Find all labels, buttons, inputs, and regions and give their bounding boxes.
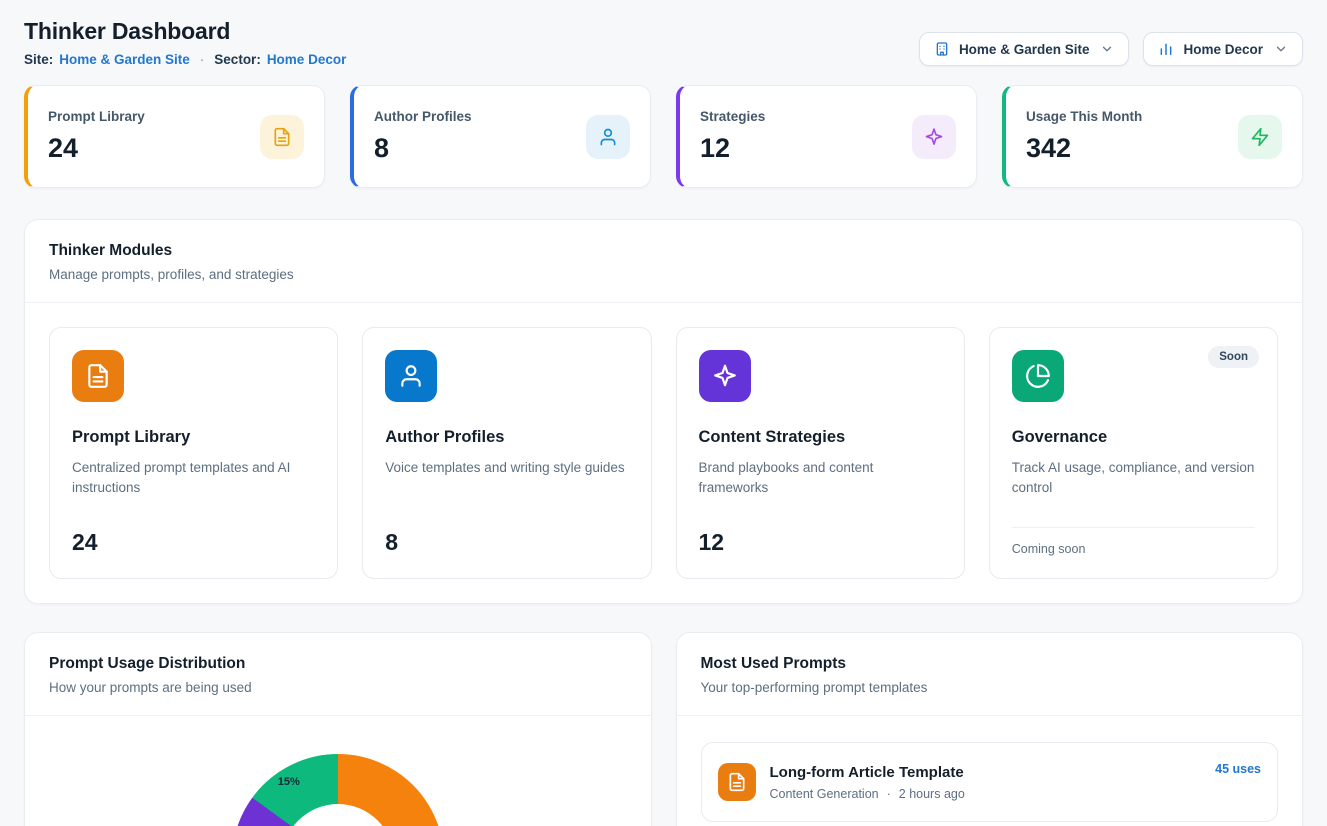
site-selector-dropdown[interactable]: Home & Garden Site <box>919 32 1130 66</box>
site-link[interactable]: Home & Garden Site <box>59 51 190 68</box>
prompt-list: Long-form Article Template Content Gener… <box>677 716 1303 826</box>
module-count: 8 <box>385 511 628 556</box>
module-description: Centralized prompt templates and AI inst… <box>72 458 315 497</box>
stat-card-author-profiles: Author Profiles 8 <box>350 85 651 188</box>
document-icon <box>718 763 756 801</box>
stat-text: Usage This Month 342 <box>1026 109 1142 164</box>
prompts-title: Most Used Prompts <box>701 655 1279 673</box>
sector-label: Sector: <box>214 51 261 68</box>
header-titles: Thinker Dashboard Site: Home & Garden Si… <box>24 18 346 68</box>
sector-selector-label: Home Decor <box>1183 42 1263 57</box>
header-actions: Home & Garden Site Home Decor <box>919 32 1303 66</box>
donut-segment-label: 15% <box>278 776 300 788</box>
list-item[interactable]: Long-form Article Template Content Gener… <box>701 742 1279 822</box>
prompt-item-title: Long-form Article Template <box>770 764 965 781</box>
usage-donut: 15% <box>232 754 444 826</box>
usage-chart-area: 15% <box>25 716 651 826</box>
usage-title: Prompt Usage Distribution <box>49 655 627 673</box>
document-icon <box>260 115 304 159</box>
bottom-row: Prompt Usage Distribution How your promp… <box>24 632 1303 826</box>
page-header: Thinker Dashboard Site: Home & Garden Si… <box>24 18 1303 68</box>
sparkle-icon <box>699 350 751 402</box>
sparkle-icon <box>912 115 956 159</box>
most-used-prompts-panel: Most Used Prompts Your top-performing pr… <box>676 632 1304 826</box>
module-title: Prompt Library <box>72 428 315 447</box>
prompt-item-text: Long-form Article Template Content Gener… <box>770 764 965 801</box>
stat-value: 8 <box>374 133 472 164</box>
chevron-down-icon <box>1100 42 1114 56</box>
module-description: Brand playbooks and content frameworks <box>699 458 942 497</box>
module-card-author-profiles[interactable]: Author Profiles Voice templates and writ… <box>362 327 651 579</box>
uses-badge: 45 uses <box>1215 762 1261 776</box>
bolt-icon <box>1238 115 1282 159</box>
module-title: Governance <box>1012 428 1255 447</box>
module-card-prompt-library[interactable]: Prompt Library Centralized prompt templa… <box>49 327 338 579</box>
module-title: Content Strategies <box>699 428 942 447</box>
usage-header: Prompt Usage Distribution How your promp… <box>25 633 651 716</box>
prompt-item-category: Content Generation <box>770 787 879 801</box>
stat-card-prompt-library: Prompt Library 24 <box>24 85 325 188</box>
stat-label: Strategies <box>700 109 765 124</box>
prompt-item-meta: Content Generation · 2 hours ago <box>770 787 965 801</box>
modules-header: Thinker Modules Manage prompts, profiles… <box>25 220 1302 303</box>
stat-label: Prompt Library <box>48 109 145 124</box>
divider <box>1012 527 1255 528</box>
stat-value: 12 <box>700 133 765 164</box>
stat-text: Strategies 12 <box>700 109 765 164</box>
module-card-content-strategies[interactable]: Content Strategies Brand playbooks and c… <box>676 327 965 579</box>
prompt-item-time: 2 hours ago <box>899 787 965 801</box>
dashboard-page: Thinker Dashboard Site: Home & Garden Si… <box>0 0 1327 826</box>
stat-card-usage: Usage This Month 342 <box>1002 85 1303 188</box>
sector-link[interactable]: Home Decor <box>267 51 347 68</box>
prompt-usage-panel: Prompt Usage Distribution How your promp… <box>24 632 652 826</box>
stat-value: 24 <box>48 133 145 164</box>
stat-card-strategies: Strategies 12 <box>676 85 977 188</box>
page-title: Thinker Dashboard <box>24 18 346 44</box>
separator-dot: · <box>887 787 891 801</box>
modules-title: Thinker Modules <box>49 242 1278 260</box>
module-count: 12 <box>699 511 942 556</box>
site-selector-label: Home & Garden Site <box>959 42 1090 57</box>
person-icon <box>385 350 437 402</box>
stat-label: Author Profiles <box>374 109 472 124</box>
prompts-subtitle: Your top-performing prompt templates <box>701 680 1279 695</box>
module-title: Author Profiles <box>385 428 628 447</box>
soon-badge: Soon <box>1208 346 1259 368</box>
stat-text: Prompt Library 24 <box>48 109 145 164</box>
modules-grid: Prompt Library Centralized prompt templa… <box>25 303 1302 603</box>
site-label: Site: <box>24 51 53 68</box>
coming-soon-text: Coming soon <box>1012 542 1255 556</box>
stat-value: 342 <box>1026 133 1142 164</box>
document-icon <box>72 350 124 402</box>
stats-row: Prompt Library 24 Author Profiles 8 Stra… <box>24 85 1303 188</box>
stat-label: Usage This Month <box>1026 109 1142 124</box>
separator-dot: · <box>200 51 205 68</box>
pie-chart-icon <box>1012 350 1064 402</box>
breadcrumb: Site: Home & Garden Site · Sector: Home … <box>24 51 346 68</box>
prompts-header: Most Used Prompts Your top-performing pr… <box>677 633 1303 716</box>
module-count: 24 <box>72 511 315 556</box>
building-icon <box>934 41 950 57</box>
chevron-down-icon <box>1274 42 1288 56</box>
sector-selector-dropdown[interactable]: Home Decor <box>1143 32 1303 66</box>
usage-subtitle: How your prompts are being used <box>49 680 627 695</box>
module-description: Track AI usage, compliance, and version … <box>1012 458 1255 497</box>
thinker-modules-panel: Thinker Modules Manage prompts, profiles… <box>24 219 1303 604</box>
modules-subtitle: Manage prompts, profiles, and strategies <box>49 267 1278 282</box>
stat-text: Author Profiles 8 <box>374 109 472 164</box>
module-description: Voice templates and writing style guides <box>385 458 628 497</box>
module-card-governance[interactable]: Soon Governance Track AI usage, complian… <box>989 327 1278 579</box>
bar-chart-icon <box>1158 41 1174 57</box>
module-footer: Coming soon <box>1012 527 1255 556</box>
person-icon <box>586 115 630 159</box>
